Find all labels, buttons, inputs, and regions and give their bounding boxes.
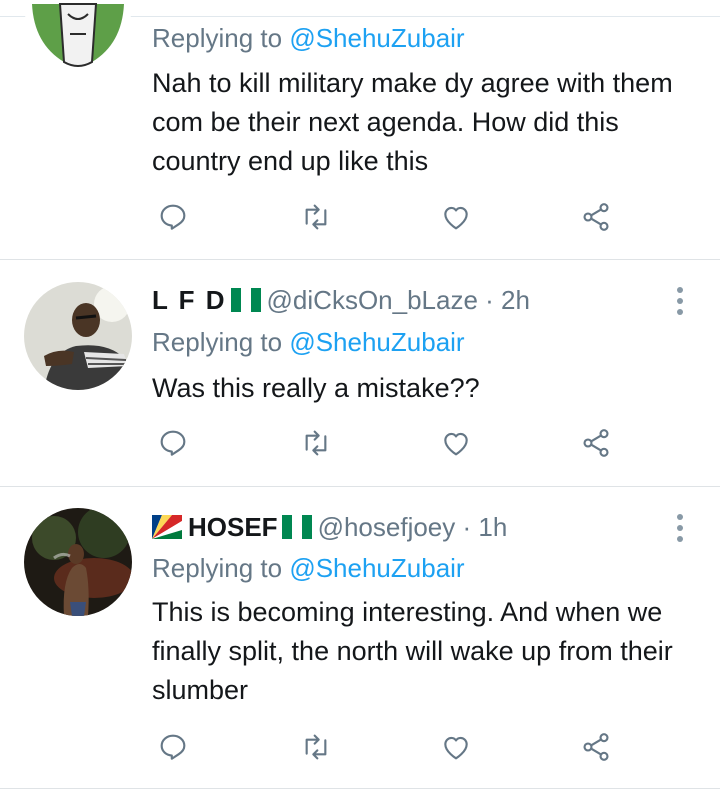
seychelles-flag-icon bbox=[152, 514, 182, 539]
reply-icon bbox=[160, 204, 186, 230]
tweet-text: Was this really a mistake?? bbox=[152, 373, 480, 403]
tweet-divider bbox=[0, 788, 720, 789]
timestamp[interactable]: · 2h bbox=[485, 285, 530, 315]
like-button[interactable] bbox=[436, 727, 476, 767]
replying-label: Replying to bbox=[152, 553, 290, 583]
retweet-icon bbox=[305, 430, 327, 456]
nigeria-flag-icon bbox=[281, 515, 312, 539]
share-button[interactable] bbox=[576, 423, 616, 463]
retweet-icon bbox=[305, 204, 327, 230]
tweet-actions bbox=[0, 423, 720, 463]
retweet-button[interactable] bbox=[296, 423, 336, 463]
reply-button[interactable] bbox=[153, 197, 193, 237]
reply-button[interactable] bbox=[153, 423, 193, 463]
share-icon bbox=[583, 203, 609, 231]
reply-icon bbox=[160, 734, 186, 760]
more-button[interactable] bbox=[668, 511, 692, 545]
retweet-button[interactable] bbox=[296, 727, 336, 767]
share-icon bbox=[583, 733, 609, 761]
like-icon bbox=[444, 432, 468, 456]
retweet-icon bbox=[305, 734, 327, 760]
retweet-button[interactable] bbox=[296, 197, 336, 237]
replying-label: Replying to bbox=[152, 327, 290, 357]
tweet-3[interactable]: HOSEF @hosefjoey · 1h Replying to @ShehuZ… bbox=[0, 487, 720, 787]
replying-to: Replying to @ShehuZubair bbox=[152, 552, 465, 584]
replying-to: Replying to @ShehuZubair bbox=[152, 326, 465, 358]
mention-link[interactable]: @ShehuZubair bbox=[289, 553, 464, 583]
more-icon bbox=[677, 287, 683, 293]
like-icon bbox=[444, 736, 468, 760]
replying-label: Replying to bbox=[152, 23, 290, 53]
nigeria-flag-icon bbox=[230, 288, 261, 312]
more-icon bbox=[677, 514, 683, 520]
username[interactable]: @diCksOn_bLaze bbox=[267, 285, 478, 315]
tweet-actions bbox=[0, 727, 720, 767]
tweet-header: L F D @diCksOn_bLaze · 2h bbox=[152, 284, 530, 316]
mention-link[interactable]: @ShehuZubair bbox=[289, 327, 464, 357]
tweet-text: Nah to kill military make dy agree with … bbox=[152, 68, 673, 176]
avatar[interactable] bbox=[24, 282, 132, 390]
reply-icon bbox=[160, 430, 186, 456]
timestamp[interactable]: · 1h bbox=[463, 512, 508, 542]
reply-button[interactable] bbox=[153, 727, 193, 767]
share-button[interactable] bbox=[576, 197, 616, 237]
username[interactable]: @hosefjoey bbox=[318, 512, 456, 542]
tweet-actions bbox=[0, 197, 720, 237]
more-button[interactable] bbox=[668, 284, 692, 318]
display-name[interactable]: HOSEF bbox=[188, 512, 278, 542]
avatar[interactable] bbox=[24, 508, 132, 616]
like-icon bbox=[444, 206, 468, 230]
mention-link[interactable]: @ShehuZubair bbox=[289, 23, 464, 53]
share-button[interactable] bbox=[576, 727, 616, 767]
display-name[interactable]: L F D bbox=[152, 285, 227, 315]
tweet-2[interactable]: L F D @diCksOn_bLaze · 2h Replying to @Sh… bbox=[0, 260, 720, 486]
like-button[interactable] bbox=[436, 197, 476, 237]
like-button[interactable] bbox=[436, 423, 476, 463]
avatar[interactable] bbox=[24, 0, 132, 82]
replying-to: Replying to @ShehuZubair bbox=[152, 22, 465, 54]
tweet-1[interactable]: Replying to @ShehuZubair Nah to kill mil… bbox=[0, 0, 720, 260]
share-icon bbox=[583, 429, 609, 457]
tweet-header: HOSEF @hosefjoey · 1h bbox=[152, 511, 507, 543]
tweet-text: This is becoming interesting. And when w… bbox=[152, 597, 673, 705]
